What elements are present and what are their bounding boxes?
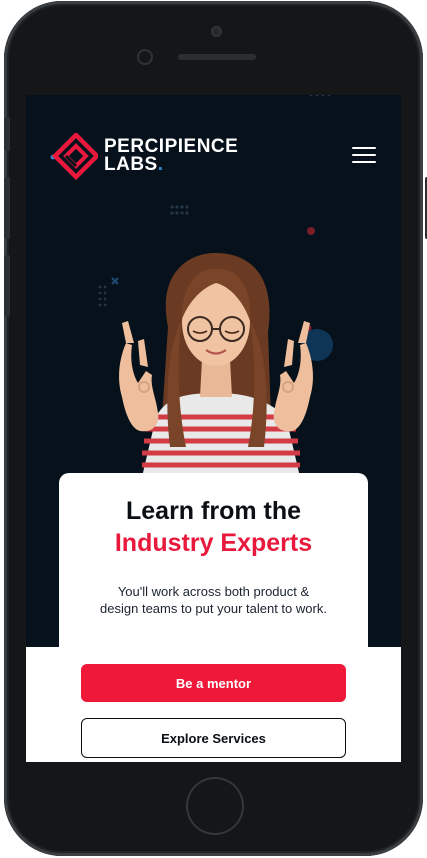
mute-switch [4,117,10,151]
volume-down-button [4,255,10,317]
hero-card: Learn from the Industry Experts You'll w… [59,473,368,762]
hero-title-line2: Industry Experts [114,529,313,557]
brand-wordmark: PERCIPIENCE LABS. [104,137,238,175]
explore-services-button[interactable]: Explore Services [81,718,346,758]
logo-mark-icon [50,133,98,181]
hamburger-menu-icon[interactable] [352,147,376,165]
brand-dot: . [157,154,164,175]
front-camera [137,49,153,65]
brand-logo[interactable]: PERCIPIENCE LABS. [50,133,238,181]
screen: PERCIPIENCE LABS. Learn from the Industr… [26,95,401,762]
hero-description: You'll work across both product & design… [100,584,327,616]
be-a-mentor-button[interactable]: Be a mentor [81,664,346,702]
earpiece-speaker [178,54,256,60]
proximity-sensor [211,26,222,37]
hero-portrait-image [119,252,313,477]
volume-up-button [4,177,10,239]
brand-line2: LABS [104,154,158,175]
home-button[interactable] [186,777,244,835]
hero-title-line1: Learn from the [125,497,302,525]
